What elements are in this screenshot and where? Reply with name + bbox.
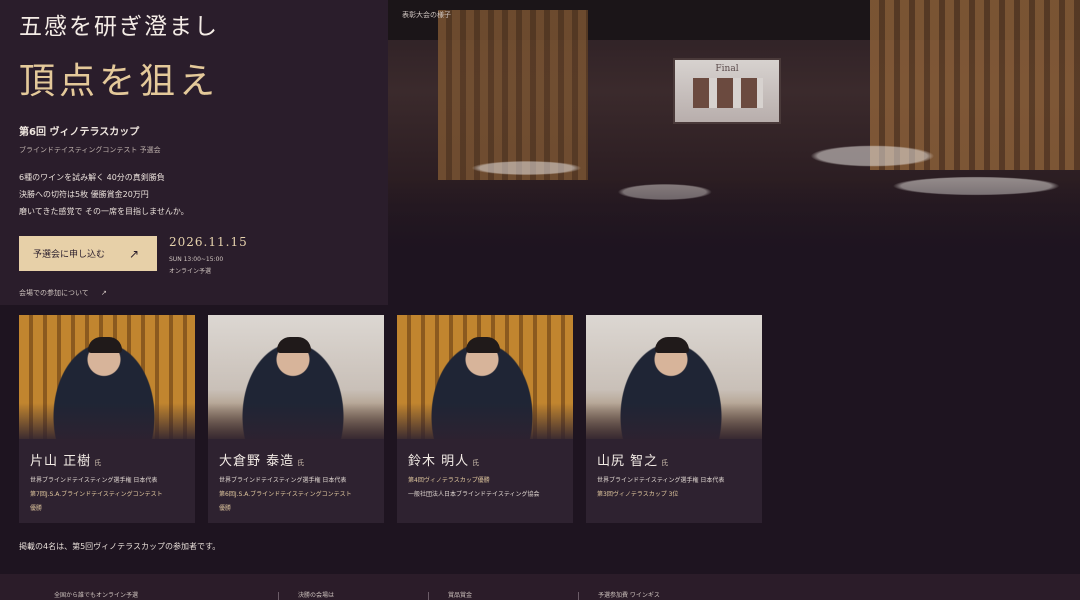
- footer-link[interactable]: 全国から誰でもオンライン予選: [54, 590, 138, 599]
- footer-link[interactable]: 予選参加費 ワインギス: [598, 590, 660, 599]
- event-title: 第6回 ヴィノテラスカップ: [19, 127, 140, 138]
- event-format: オンライン予選: [169, 268, 212, 275]
- card-fade: [586, 403, 762, 443]
- footer-nav: 全国から誰でもオンライン予選 決勝の会場は 賞品賞金 予選参加費 ワインギス: [0, 574, 1080, 600]
- description-line: 決勝への切符は5枚 優勝賞金20万円: [19, 190, 149, 199]
- event-subtitle: ブラインドテイスティングコンテスト 予選会: [19, 146, 161, 154]
- description-line: 6種のワインを試み解く 40分の真剣勝負: [19, 173, 165, 182]
- headline: 頂点を狙え: [19, 61, 220, 102]
- footer-divider: [578, 592, 579, 600]
- participant-title: 世界ブラインドテイスティング選手権 日本代表: [219, 477, 347, 484]
- venue-link-label: 会場での参加について: [19, 289, 89, 297]
- participant-title: 世界ブラインドテイスティング選手権 日本代表: [30, 477, 158, 484]
- hero-fade: [388, 180, 1080, 262]
- apply-button[interactable]: 予選会に申し込む ↗: [19, 236, 157, 271]
- event-description: 6種のワインを試み解く 40分の真剣勝負 決勝への切符は5枚 優勝賞金20万円 …: [19, 169, 189, 220]
- footer-link[interactable]: 賞品賞金: [448, 590, 472, 599]
- participant-award-result: 優勝: [219, 505, 232, 512]
- arrow-up-right-icon: ↗: [128, 246, 139, 261]
- participant-name: 山尻 智之氏: [597, 454, 670, 469]
- participant-card: 鈴木 明人氏 第4回ヴィノテラスカップ優勝 一般社団法人日本ブラインドテイスティ…: [397, 315, 573, 523]
- participant-title: 第4回ヴィノテラスカップ優勝: [408, 477, 490, 484]
- hero-text-panel: 五感を研ぎ澄まし 頂点を狙え 第6回 ヴィノテラスカップ ブラインドテイスティン…: [0, 0, 388, 305]
- venue-participation-link[interactable]: 会場での参加について ↗: [19, 288, 107, 298]
- participant-award: 第7回J.S.A.ブラインドテイスティングコンテスト: [30, 491, 163, 498]
- description-line: 磨いてきた感覚で その一席を目指しませんか。: [19, 207, 189, 216]
- participant-name: 鈴木 明人氏: [408, 454, 481, 469]
- card-fade: [208, 403, 384, 443]
- event-time: SUN 13:00~15:00: [169, 256, 224, 263]
- participant-award-result: 優勝: [30, 505, 43, 512]
- participant-card: 大倉野 泰造氏 世界ブラインドテイスティング選手権 日本代表 第6回J.S.A.…: [208, 315, 384, 523]
- footer-divider: [428, 592, 429, 600]
- footer-link[interactable]: 決勝の会場は: [298, 590, 334, 599]
- tagline: 五感を研ぎ澄まし: [19, 14, 219, 40]
- projection-screen: Final: [673, 58, 781, 124]
- participant-award: 第3回ヴィノテラスカップ 3位: [597, 491, 679, 498]
- hero-photo: Final 表彰大会の様子: [388, 0, 1080, 262]
- participant-name: 大倉野 泰造氏: [219, 454, 306, 469]
- venue-caption: 表彰大会の様子: [402, 11, 451, 19]
- screen-faces: [693, 78, 763, 108]
- card-fade: [19, 403, 195, 443]
- participants-note: 掲載の4名は、第5回ヴィノテラスカップの参加者です。: [19, 542, 221, 551]
- participant-card: 山尻 智之氏 世界ブラインドテイスティング選手権 日本代表 第3回ヴィノテラスカ…: [586, 315, 762, 523]
- card-fade: [397, 403, 573, 443]
- event-date: 2026.11.15: [169, 235, 248, 249]
- screen-label: Final: [715, 64, 739, 74]
- footer-divider: [278, 592, 279, 600]
- participant-award: 第6回J.S.A.ブラインドテイスティングコンテスト: [219, 491, 352, 498]
- apply-button-label: 予選会に申し込む: [33, 250, 106, 260]
- participant-name: 片山 正樹氏: [30, 454, 103, 469]
- participant-title: 世界ブラインドテイスティング選手権 日本代表: [597, 477, 725, 484]
- arrow-up-right-icon: ↗: [101, 289, 107, 297]
- participant-card: 片山 正樹氏 世界ブラインドテイスティング選手権 日本代表 第7回J.S.A.ブ…: [19, 315, 195, 523]
- participant-affiliation: 一般社団法人日本ブラインドテイスティング協会: [408, 491, 540, 498]
